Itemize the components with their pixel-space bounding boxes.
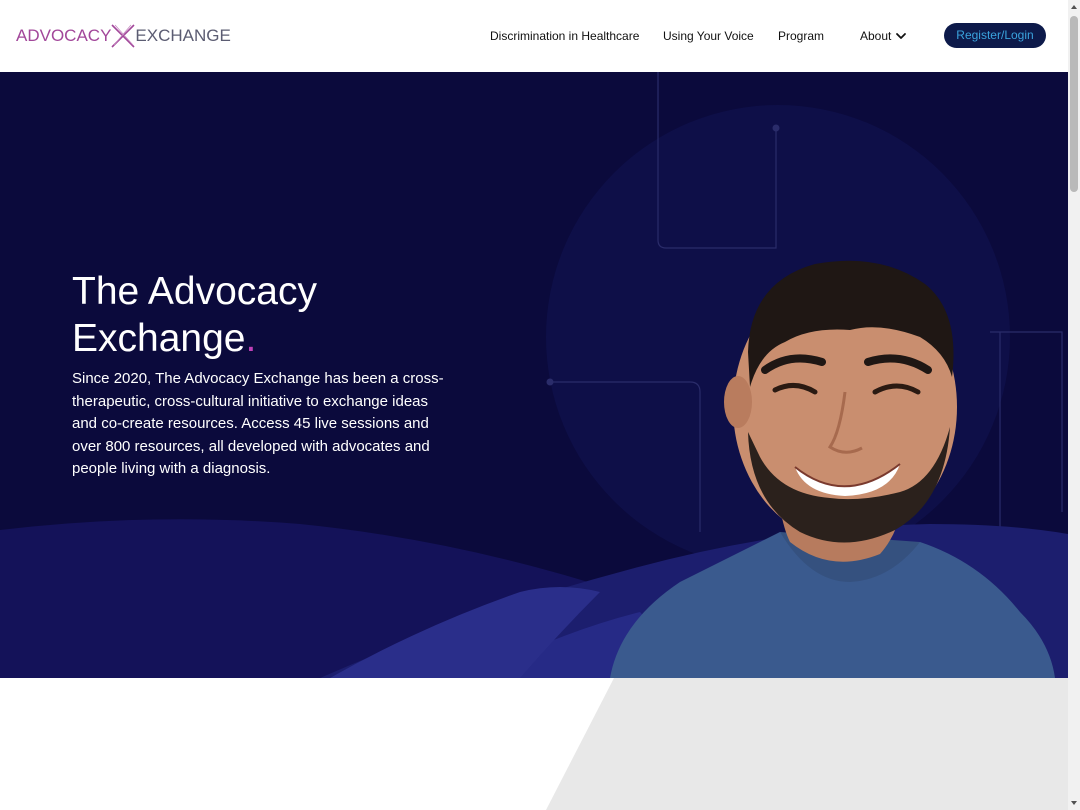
arrow-up-icon[interactable] <box>1068 0 1080 14</box>
hero-title-line1: The Advocacy <box>72 270 317 313</box>
site-header: ADVOCACY EXCHANGE Discrimination in Heal… <box>0 0 1068 72</box>
hero-title: The Advocacy Exchange. <box>72 268 492 362</box>
nav-item-discrimination[interactable]: Discrimination in Healthcare <box>490 24 639 48</box>
register-login-button[interactable]: Register/Login <box>944 23 1046 48</box>
hero-title-dot: . <box>245 317 257 360</box>
hero-description: Since 2020, The Advocacy Exchange has be… <box>72 370 444 477</box>
chevron-down-icon <box>896 33 907 39</box>
scrollbar-thumb[interactable] <box>1070 16 1078 192</box>
section-diagonal-decoration <box>546 678 1068 810</box>
hero-title-line2: Exchange <box>72 317 246 360</box>
logo-text-exchange: EXCHANGE <box>135 26 231 45</box>
nav-item-program[interactable]: Program <box>778 24 824 48</box>
page-scrollbar[interactable] <box>1068 0 1080 810</box>
arrow-down-icon[interactable] <box>1068 796 1080 810</box>
logo-text-advocacy: ADVOCACY <box>16 26 112 45</box>
page: ADVOCACY EXCHANGE Discrimination in Heal… <box>0 0 1080 810</box>
nav-item-about[interactable]: About <box>860 24 907 48</box>
hero-portrait-image <box>610 260 1055 678</box>
next-section <box>0 678 1068 810</box>
nav-item-using-your-voice[interactable]: Using Your Voice <box>663 24 754 48</box>
site-logo[interactable]: ADVOCACY EXCHANGE <box>16 22 231 50</box>
nav-item-about-label: About <box>860 29 892 43</box>
hero-section: The Advocacy Exchange. Since 2020, The A… <box>0 72 1068 678</box>
x-logo-icon <box>111 24 135 48</box>
